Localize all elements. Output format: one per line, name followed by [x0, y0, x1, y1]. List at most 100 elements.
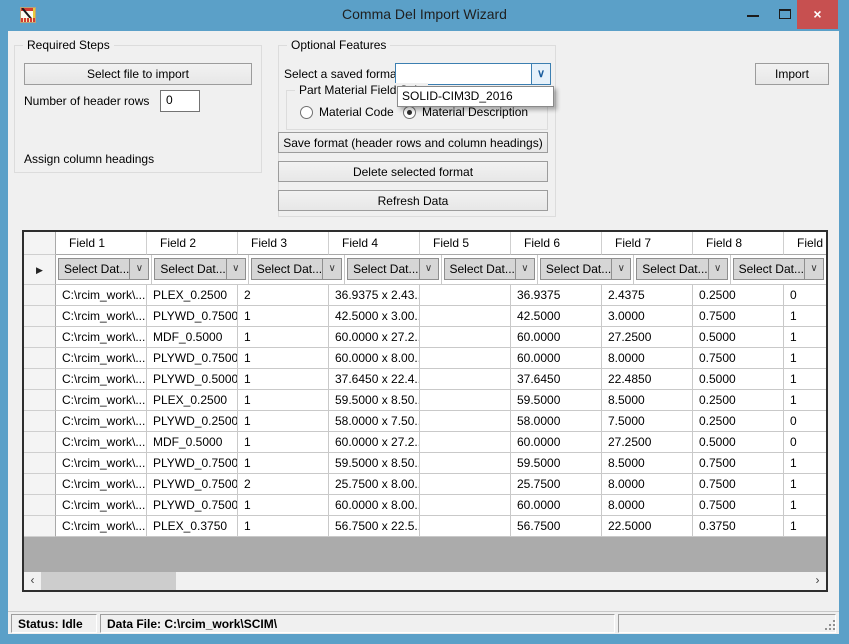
grid-cell[interactable]: 0.7500 [693, 453, 784, 474]
grid-cell[interactable]: 1 [238, 516, 329, 537]
grid-cell[interactable]: 58.0000 [511, 411, 602, 432]
row-header-cell[interactable] [24, 411, 56, 432]
column-header[interactable]: Field 9 [784, 232, 826, 255]
row-header-cell[interactable] [24, 348, 56, 369]
grid-cell[interactable]: 36.9375 [511, 285, 602, 306]
grid-cell[interactable]: 0.7500 [693, 474, 784, 495]
grid-cell[interactable] [420, 432, 511, 453]
scroll-left-arrow[interactable]: ‹ [24, 572, 41, 590]
grid-cell[interactable]: PLEX_0.2500 [147, 285, 238, 306]
row-header-cell[interactable] [24, 306, 56, 327]
grid-cell[interactable]: 0.2500 [693, 285, 784, 306]
grid-cell[interactable]: 37.6450 x 22.4... [329, 369, 420, 390]
maximize-button[interactable] [770, 0, 800, 29]
grid-cell[interactable]: 25.7500 [511, 474, 602, 495]
resize-grip-icon[interactable] [833, 628, 835, 630]
grid-cell[interactable]: C:\rcim_work\... [56, 474, 147, 495]
grid-cell[interactable] [420, 327, 511, 348]
grid-cell[interactable]: C:\rcim_work\... [56, 348, 147, 369]
grid-cell[interactable]: 0.5000 [693, 369, 784, 390]
row-header-cell[interactable] [24, 285, 56, 306]
minimize-button[interactable] [738, 0, 768, 29]
grid-cell[interactable]: 36.9375 x 2.43... [329, 285, 420, 306]
grid-cell[interactable]: PLYWD_0.7500 [147, 474, 238, 495]
grid-cell[interactable]: 0.3750 [693, 516, 784, 537]
grid-cell[interactable]: C:\rcim_work\... [56, 369, 147, 390]
scrollbar-track[interactable] [41, 572, 809, 590]
radio-material-description[interactable]: Material Description [403, 105, 528, 119]
grid-cell[interactable]: 59.5000 x 8.50... [329, 453, 420, 474]
row-header-cell[interactable] [24, 369, 56, 390]
grid-cell[interactable]: PLYWD_0.2500 [147, 411, 238, 432]
grid-cell[interactable]: 60.0000 x 8.00... [329, 495, 420, 516]
grid-cell[interactable]: 22.4850 [602, 369, 693, 390]
grid-cell[interactable]: 1 [784, 516, 826, 537]
grid-cell[interactable]: 0.5000 [693, 327, 784, 348]
grid-cell[interactable]: PLYWD_0.5000 [147, 369, 238, 390]
grid-cell[interactable]: 1 [238, 411, 329, 432]
grid-cell[interactable]: 0 [784, 411, 826, 432]
grid-cell[interactable]: 2 [238, 285, 329, 306]
grid-cell[interactable] [420, 411, 511, 432]
grid-cell[interactable]: 42.5000 x 3.00... [329, 306, 420, 327]
grid-cell[interactable]: 0.2500 [693, 411, 784, 432]
column-header[interactable]: Field 8 [693, 232, 784, 255]
grid-cell[interactable]: 1 [238, 348, 329, 369]
grid-cell[interactable]: 1 [238, 432, 329, 453]
grid-cell[interactable]: 0.5000 [693, 432, 784, 453]
grid-cell[interactable]: 25.7500 x 8.00... [329, 474, 420, 495]
grid-cell[interactable] [420, 516, 511, 537]
select-data-combobox[interactable]: Select Dat...∨ [540, 258, 631, 280]
column-header[interactable]: Field 6 [511, 232, 602, 255]
grid-cell[interactable]: 27.2500 [602, 327, 693, 348]
import-button[interactable]: Import [755, 63, 829, 85]
grid-cell[interactable]: PLYWD_0.7500 [147, 348, 238, 369]
grid-cell[interactable]: 60.0000 [511, 327, 602, 348]
horizontal-scrollbar[interactable]: ‹ › [24, 572, 826, 590]
select-data-combobox[interactable]: Select Dat...∨ [154, 258, 245, 280]
grid-cell[interactable]: 1 [784, 348, 826, 369]
grid-cell[interactable]: 60.0000 x 8.00... [329, 348, 420, 369]
grid-cell[interactable]: 2 [238, 474, 329, 495]
refresh-data-button[interactable]: Refresh Data [278, 190, 548, 211]
grid-cell[interactable]: 37.6450 [511, 369, 602, 390]
select-data-combobox[interactable]: Select Dat...∨ [444, 258, 535, 280]
select-data-combobox[interactable]: Select Dat...∨ [733, 258, 824, 280]
grid-cell[interactable]: 58.0000 x 7.50... [329, 411, 420, 432]
column-header[interactable]: Field 2 [147, 232, 238, 255]
save-format-button[interactable]: Save format (header rows and column head… [278, 132, 548, 153]
grid-cell[interactable]: 60.0000 x 27.2... [329, 432, 420, 453]
grid-cell[interactable]: MDF_0.5000 [147, 432, 238, 453]
dropdown-item-solid-cim3d[interactable]: SOLID-CIM3D_2016 [398, 87, 553, 106]
grid-cell[interactable]: 0.2500 [693, 390, 784, 411]
radio-material-code[interactable]: Material Code [300, 105, 394, 119]
column-header[interactable]: Field 3 [238, 232, 329, 255]
grid-cell[interactable]: 59.5000 [511, 390, 602, 411]
grid-cell[interactable] [420, 285, 511, 306]
grid-cell[interactable]: 8.0000 [602, 495, 693, 516]
select-data-combobox[interactable]: Select Dat...∨ [347, 258, 438, 280]
grid-cell[interactable]: C:\rcim_work\... [56, 495, 147, 516]
column-header[interactable]: Field 5 [420, 232, 511, 255]
grid-cell[interactable]: C:\rcim_work\... [56, 411, 147, 432]
grid-cell[interactable]: 1 [238, 306, 329, 327]
grid-cell[interactable]: 60.0000 x 27.2... [329, 327, 420, 348]
grid-cell[interactable]: 0.7500 [693, 348, 784, 369]
grid-cell[interactable]: 56.7500 x 22.5... [329, 516, 420, 537]
scroll-right-arrow[interactable]: › [809, 572, 826, 590]
grid-cell[interactable]: 7.5000 [602, 411, 693, 432]
grid-cell[interactable]: PLYWD_0.7500 [147, 495, 238, 516]
saved-format-dropdown-button[interactable]: ∨ [531, 64, 550, 84]
grid-cell[interactable]: 1 [784, 453, 826, 474]
grid-cell[interactable] [420, 306, 511, 327]
grid-cell[interactable]: 22.5000 [602, 516, 693, 537]
grid-cell[interactable]: 0.7500 [693, 495, 784, 516]
grid-cell[interactable]: PLEX_0.2500 [147, 390, 238, 411]
row-header-cell[interactable] [24, 327, 56, 348]
grid-cell[interactable]: C:\rcim_work\... [56, 306, 147, 327]
grid-cell[interactable]: 1 [238, 390, 329, 411]
grid-cell[interactable]: 1 [238, 369, 329, 390]
delete-format-button[interactable]: Delete selected format [278, 161, 548, 182]
grid-cell[interactable]: C:\rcim_work\... [56, 390, 147, 411]
grid-cell[interactable]: 60.0000 [511, 348, 602, 369]
